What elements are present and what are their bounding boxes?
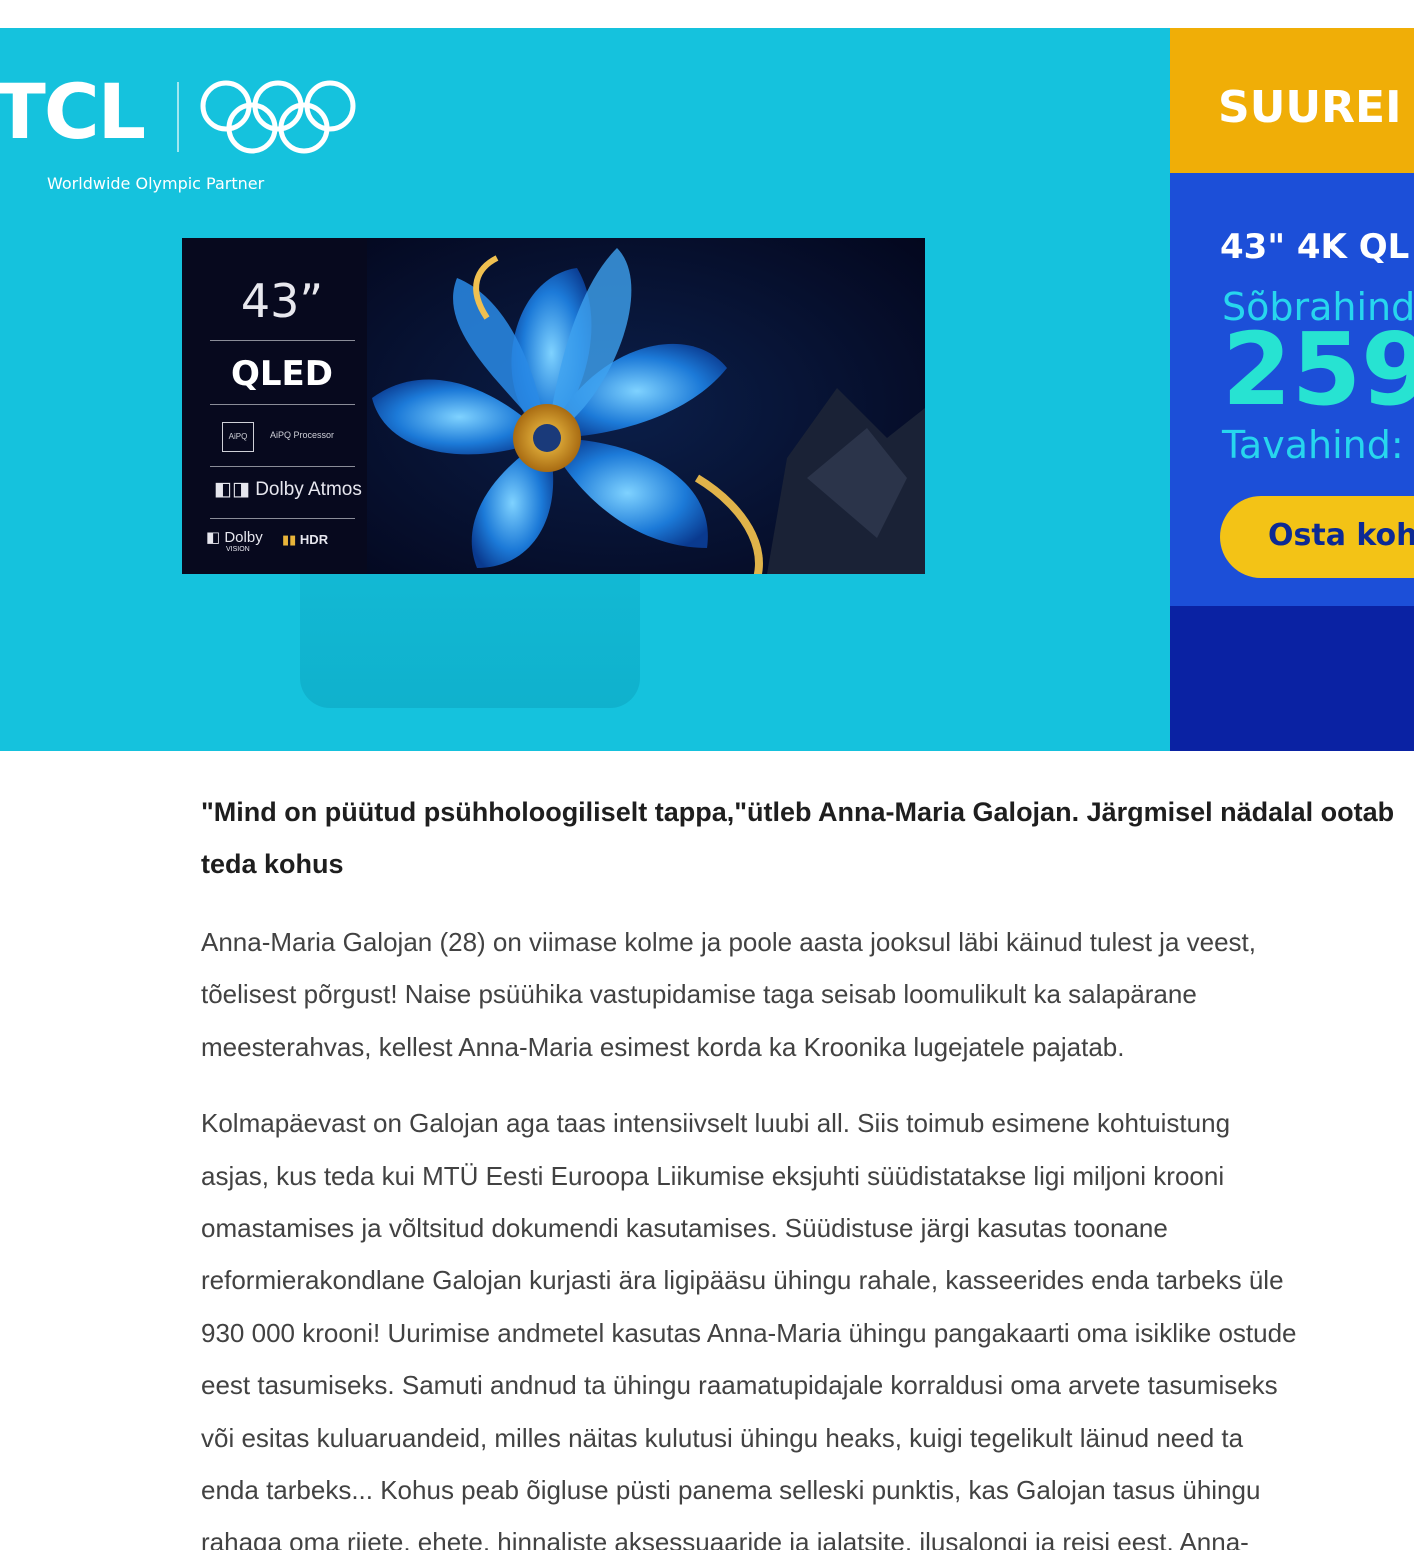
hdr-icon: ▮▮ — [282, 532, 300, 547]
buy-now-button[interactable]: Osta koh — [1220, 496, 1414, 578]
ad-offer-column[interactable]: SUUREI 43" 4K QL Sõbrahind 259 Tavahind:… — [1170, 28, 1414, 751]
buy-now-button-label: Osta koh — [1268, 518, 1414, 553]
regular-price-label: Tavahind: — [1222, 423, 1404, 467]
paragraph-line: reformierakondlane Galojan kurjasti ära … — [201, 1265, 1284, 1296]
paragraph-line: rahaga oma riiete, ehete, hinnaliste aks… — [201, 1527, 1249, 1550]
spec-divider — [210, 340, 355, 341]
spec-divider — [210, 518, 355, 519]
tv-size-label: 43” — [240, 274, 324, 328]
paragraph-line: enda tarbeks... Kohus peab õigluse püsti… — [201, 1475, 1261, 1506]
paragraph-line: või esitas kuluaruandeid, milles näitas … — [201, 1422, 1244, 1453]
logo-divider — [177, 82, 179, 152]
paragraph-line: omastamises ja võltsitud dokumendi kasut… — [201, 1213, 1168, 1244]
offer-header-text: SUUREI — [1218, 82, 1402, 133]
dolby-vision-sub: VISION — [226, 546, 250, 553]
tcl-logo: TCL — [0, 67, 146, 156]
spec-divider — [210, 404, 355, 405]
processor-chip-icon: AiPQ — [222, 422, 254, 452]
tv-spec-panel: 43” QLED AiPQ AiPQ Processor ◧◨ Dolby At… — [182, 238, 368, 574]
paragraph-line: meesterahvas, kellest Anna-Maria esimest… — [201, 1031, 1125, 1062]
paragraph-line: Kolmapäevast on Galojan aga taas intensi… — [201, 1108, 1231, 1139]
dolby-atmos-text: Dolby Atmos — [255, 479, 362, 500]
article-paragraph: Anna-Maria Galojan (28) on viimase kolme… — [201, 916, 1414, 1073]
flower-image — [367, 238, 925, 574]
dolby-vision-label: ◧ Dolby VISION — [206, 528, 263, 553]
hdr-label: ▮▮ HDR — [282, 532, 328, 548]
article: "Mind on püütud psühholoogiliselt tappa,… — [201, 786, 1414, 1550]
dolby-vision-text: Dolby — [224, 529, 263, 546]
tv-stand — [300, 568, 640, 708]
offer-model-text: 43" 4K QL — [1220, 227, 1410, 267]
paragraph-line: eest tasumiseks. Samuti andnud ta ühingu… — [201, 1370, 1278, 1401]
ad-visual-area[interactable]: TCL Worldwide Olympic Partner 43” QLED A… — [0, 28, 1170, 751]
olympic-partner-text: Worldwide Olympic Partner — [47, 174, 265, 193]
dolby-icon: ◧ — [206, 529, 225, 546]
friend-price-value: 259 — [1222, 311, 1414, 428]
dolby-icon: ◧◨ — [214, 479, 256, 500]
offer-header-bar: SUUREI — [1170, 28, 1414, 173]
olympic-rings-icon — [200, 80, 356, 154]
offer-details: 43" 4K QL Sõbrahind 259 Tavahind: Osta k… — [1170, 173, 1414, 606]
spec-divider — [210, 466, 355, 467]
page: TCL Worldwide Olympic Partner 43” QLED A… — [0, 0, 1414, 1550]
paragraph-line: 930 000 krooni! Uurimise andmetel kasuta… — [201, 1317, 1297, 1348]
dolby-atmos-label: ◧◨ Dolby Atmos — [214, 478, 362, 501]
article-paragraph: Kolmapäevast on Galojan aga taas intensi… — [201, 1097, 1414, 1550]
paragraph-line: asjas, kus teda kui MTÜ Eesti Euroopa Li… — [201, 1160, 1225, 1191]
hdr-text: HDR — [299, 532, 329, 547]
tv-qled-label: QLED — [230, 354, 334, 394]
paragraph-line: tõelisest põrgust! Naise psüühika vastup… — [201, 979, 1197, 1010]
processor-label: AiPQ Processor — [270, 430, 335, 440]
article-headline: "Mind on püütud psühholoogiliselt tappa,… — [201, 797, 1395, 879]
tcl-ad-banner[interactable]: TCL Worldwide Olympic Partner 43” QLED A… — [0, 28, 1414, 751]
paragraph-line: Anna-Maria Galojan (28) on viimase kolme… — [201, 927, 1257, 957]
tv-image: 43” QLED AiPQ AiPQ Processor ◧◨ Dolby At… — [182, 238, 925, 574]
